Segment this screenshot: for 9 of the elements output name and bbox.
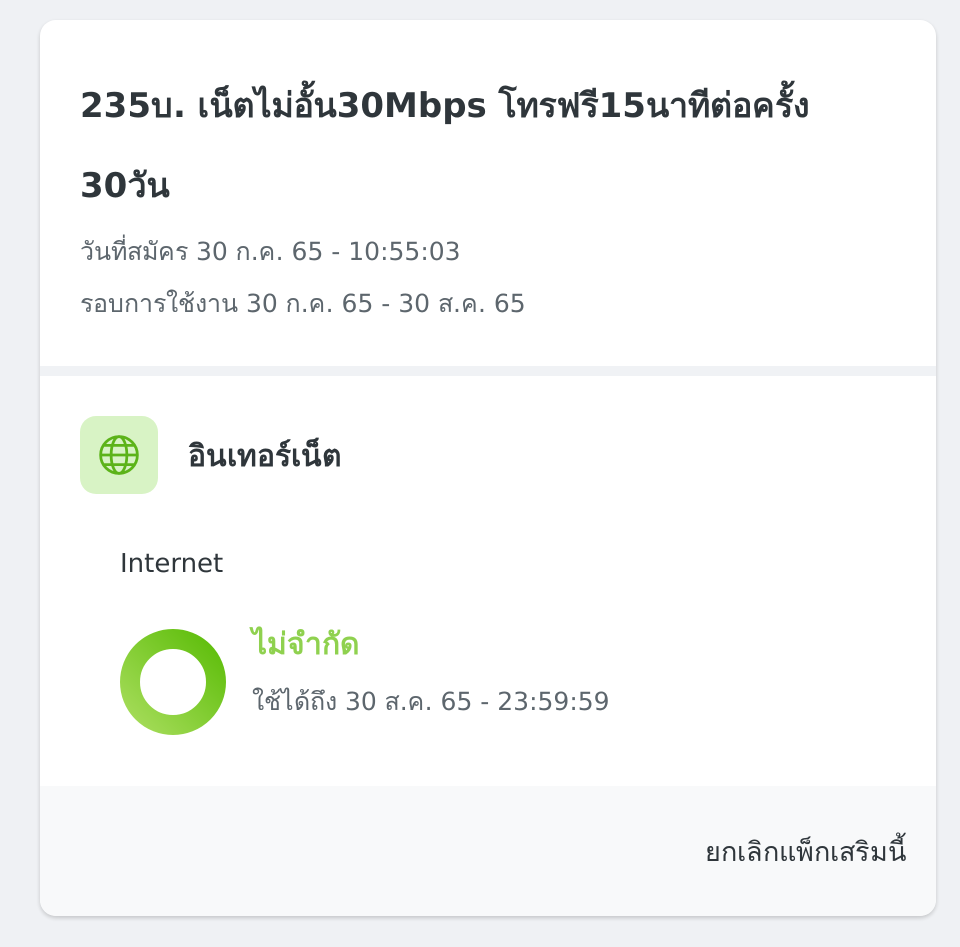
package-detail: วันที่สมัคร 30 ก.ค. 65 - 10:55:03 [80, 226, 896, 278]
package-title: 235บ. เน็ตไม่อั้น30Mbps โทรฟรี15นาทีต่อครั้ง 30วัน [80, 66, 880, 226]
globe-icon [98, 434, 140, 476]
cancel-addon-link[interactable]: ยกเลิกแพ็กเสริมนี้ [705, 830, 906, 872]
ring-icon [120, 629, 226, 735]
valid-until: ใช้ได้ถึง 30 ส.ค. 65 - 23:59:59 [252, 686, 610, 718]
benefit-label: Internet [120, 549, 224, 579]
package-detail: รอบการใช้งาน 30 ก.ค. 65 - 30 ส.ค. 65 [80, 288, 527, 320]
benefit-heading: อินเทอร์เน็ต [188, 436, 341, 476]
